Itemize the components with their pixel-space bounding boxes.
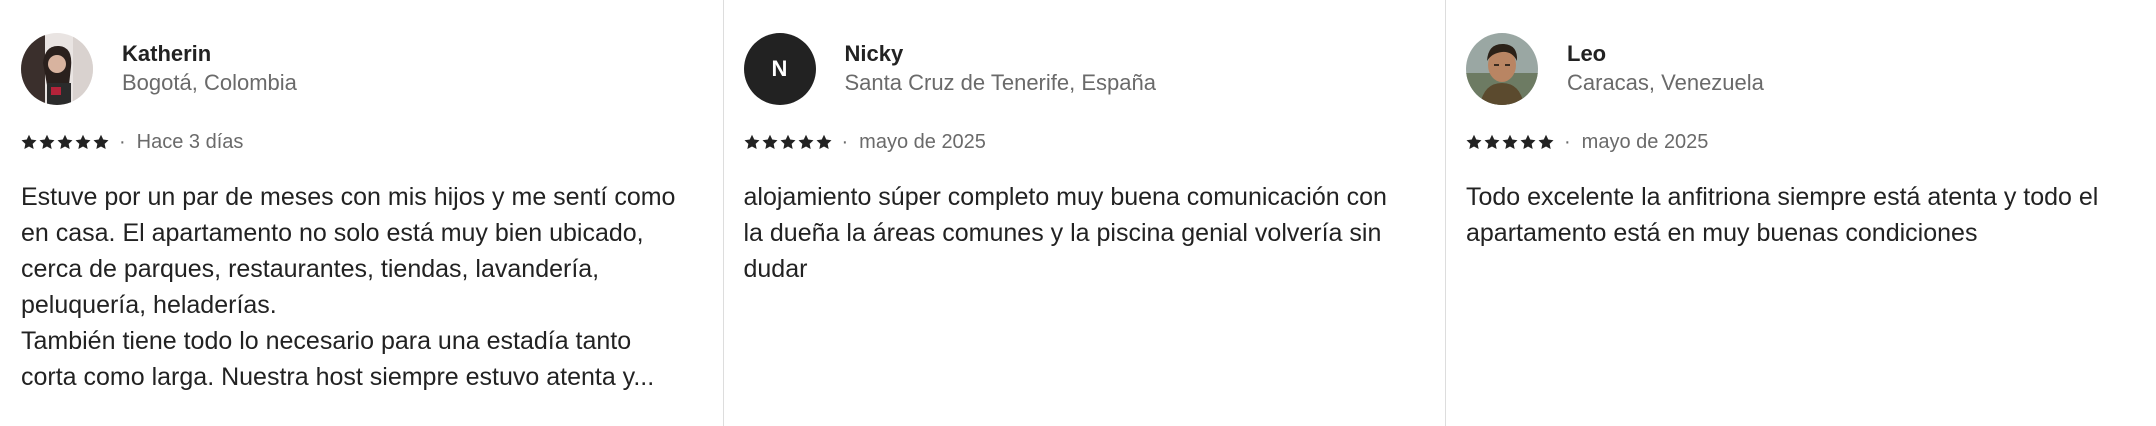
star-icon [744,134,759,150]
review-header: Katherin Bogotá, Colombia [21,33,723,105]
star-icon [93,134,109,150]
star-icon [1466,134,1482,150]
star-icon [1538,134,1554,150]
review-card: Leo Caracas, Venezuela · mayo de 2025 To… [1445,0,2156,426]
rating-stars [744,134,832,150]
review-text: Todo excelente la anfitriona siempre est… [1466,183,2099,247]
rating-stars [21,134,109,150]
review-header: Leo Caracas, Venezuela [1466,33,2156,105]
review-meta: · mayo de 2025 [1466,129,2156,155]
review-meta: · Hace 3 días [21,129,723,155]
star-icon [75,134,91,150]
reviewer-location: Bogotá, Colombia [122,70,297,95]
avatar[interactable]: N [743,33,816,105]
avatar[interactable] [21,33,93,105]
star-icon [780,134,795,150]
user-photo-icon [1466,33,1538,105]
review-text: Estuve por un par de meses con mis hijos… [21,183,676,391]
reviews-list: Katherin Bogotá, Colombia · Hace 3 días … [0,0,2156,426]
star-icon [57,134,73,150]
reviewer-name: Nicky [844,41,904,66]
rating-stars [1466,134,1554,150]
review-date: mayo de 2025 [1581,130,1709,153]
star-icon [1484,134,1500,150]
star-icon [39,134,55,150]
reviewer-location: Caracas, Venezuela [1567,70,1764,95]
star-icon [798,134,813,150]
review-text: alojamiento súper completo muy buena com… [743,183,1387,283]
meta-separator: · [1564,130,1571,153]
review-card: N Nicky Santa Cruz de Tenerife, España ·… [722,0,1446,426]
star-icon [1502,134,1518,150]
review-card: Katherin Bogotá, Colombia · Hace 3 días … [0,0,723,426]
review-date: mayo de 2025 [859,130,986,153]
star-icon [1520,134,1536,150]
avatar-initial: N [771,56,788,81]
star-icon [762,134,777,150]
meta-separator: · [841,130,849,153]
star-icon [816,134,831,150]
reviewer-location: Santa Cruz de Tenerife, España [844,70,1156,95]
reviewer-name: Leo [1567,41,1607,66]
review-date: Hace 3 días [136,130,244,153]
reviewer-name: Katherin [122,41,212,66]
user-photo-icon [21,33,93,105]
review-meta: · mayo de 2025 [744,129,1446,155]
avatar[interactable] [1466,33,1538,105]
review-header: N Nicky Santa Cruz de Tenerife, España [743,33,1446,105]
star-icon [21,134,37,150]
meta-separator: · [119,130,126,153]
